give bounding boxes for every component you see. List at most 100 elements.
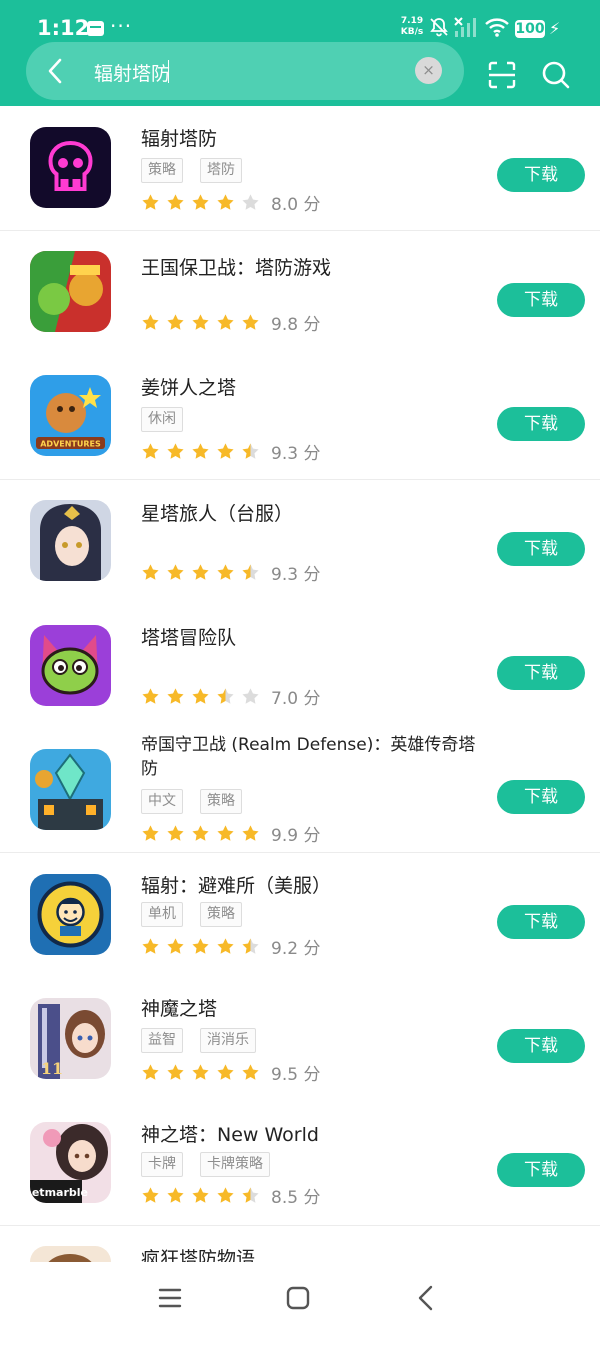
list-item[interactable]: 辐射塔防 策略 塔防 8.0 分 下载 (0, 106, 600, 231)
search-input[interactable]: 辐射塔防 (94, 59, 170, 86)
star-icon (192, 313, 209, 330)
tag: 塔防 (200, 158, 242, 183)
app-name[interactable]: 神之塔：New World (141, 1120, 319, 1147)
tag: 单机 (141, 902, 183, 927)
tag: 卡牌 (141, 1152, 183, 1177)
download-button[interactable]: 下载 (497, 158, 585, 192)
star-rating (141, 563, 266, 582)
star-icon (242, 1063, 259, 1080)
list-item[interactable]: 星塔旅人（台服） 9.3 分 下载 (0, 480, 600, 605)
download-button[interactable]: 下载 (497, 1153, 585, 1187)
tag: 益智 (141, 1028, 183, 1053)
score-text: 9.5 分 (271, 1064, 321, 1085)
list-item[interactable]: 王国保卫战：塔防游戏 9.8 分 下载 (0, 231, 600, 356)
list-item[interactable]: netmarble 神之塔：New World 卡牌 卡牌策略 8.5 分 下载 (0, 1101, 600, 1226)
star-icon (167, 193, 184, 210)
star-icon (217, 824, 234, 841)
rating: 8.0 分 (141, 192, 321, 215)
app-icon-star-tower-traveler[interactable] (30, 500, 111, 581)
search-icon[interactable] (540, 59, 572, 91)
star-rating (141, 937, 266, 956)
tag-list: 益智 消消乐 (141, 1028, 273, 1053)
star-icon (167, 313, 184, 330)
menu-icon[interactable] (158, 1286, 182, 1310)
wifi-icon (485, 18, 509, 37)
app-icon-tower-adventure-team[interactable] (30, 625, 111, 706)
app-name[interactable]: 帝国守卫战 (Realm Defense)：英雄传奇塔防 (141, 733, 481, 781)
star-rating (141, 824, 266, 843)
header-bar: 1:12 ··· 7.19 KB/s 100 ⚡ 辐射塔防 × (0, 0, 600, 106)
tag: 策略 (200, 902, 242, 927)
star-icon (242, 563, 259, 580)
rating: 9.2 分 (141, 936, 320, 959)
star-rating (141, 1063, 266, 1082)
back-nav-icon[interactable] (414, 1285, 438, 1311)
star-icon (192, 687, 209, 704)
svg-text:11: 11 (41, 1059, 63, 1078)
tag: 休闲 (141, 407, 183, 432)
star-icon (242, 824, 259, 841)
app-name[interactable]: 星塔旅人（台服） (141, 499, 293, 526)
tag-list: 中文 策略 (141, 789, 259, 814)
download-button[interactable]: 下载 (497, 532, 585, 566)
download-button[interactable]: 下载 (497, 905, 585, 939)
download-button[interactable]: 下载 (497, 780, 585, 814)
battery-level: 100 (515, 20, 545, 38)
star-icon (142, 1186, 159, 1203)
app-icon-fallout-skull[interactable] (30, 127, 111, 208)
tag-list: 策略 塔防 (141, 158, 259, 183)
download-button[interactable]: 下载 (497, 407, 585, 441)
star-rating (141, 313, 266, 332)
home-icon[interactable] (286, 1286, 310, 1310)
score-text: 9.8 分 (271, 314, 321, 335)
app-name[interactable]: 辐射：避难所（美服） (141, 871, 331, 898)
tag: 卡牌策略 (200, 1152, 270, 1177)
app-icon-cookie-tower[interactable]: ADVENTURES (30, 375, 111, 456)
download-button[interactable]: 下载 (497, 283, 585, 317)
list-item[interactable]: ADVENTURES 姜饼人之塔 休闲 9.3 分 下载 (0, 355, 600, 480)
app-icon-tower-of-saviors[interactable]: 11 (30, 998, 111, 1079)
app-icon-fallout-shelter[interactable] (30, 874, 111, 955)
star-icon (217, 1063, 234, 1080)
search-box[interactable] (26, 42, 464, 100)
clear-search-button[interactable]: × (415, 57, 442, 84)
list-item[interactable]: 11 神魔之塔 益智 消消乐 9.5 分 下载 (0, 977, 600, 1102)
rating: 9.3 分 (141, 562, 320, 585)
network-speed-value: 7.19 (400, 16, 424, 26)
tag: 中文 (141, 789, 183, 814)
app-icon-realm-defense[interactable] (30, 749, 111, 830)
star-icon (192, 1063, 209, 1080)
app-icon-tower-of-god[interactable]: netmarble (30, 1122, 111, 1203)
star-icon (167, 1186, 184, 1203)
app-name[interactable]: 塔塔冒险队 (141, 623, 236, 650)
download-button[interactable]: 下载 (497, 1029, 585, 1063)
download-button[interactable]: 下载 (497, 656, 585, 690)
app-name[interactable]: 神魔之塔 (141, 994, 217, 1021)
star-icon (217, 1186, 234, 1203)
star-icon (167, 937, 184, 954)
back-arrow-icon[interactable] (40, 55, 72, 87)
app-name[interactable]: 姜饼人之塔 (141, 373, 236, 400)
scan-icon[interactable] (486, 59, 518, 91)
svg-text:ADVENTURES: ADVENTURES (40, 440, 101, 449)
star-icon (192, 193, 209, 210)
star-rating (141, 442, 266, 461)
score-text: 8.0 分 (271, 194, 321, 215)
star-icon (167, 824, 184, 841)
tag: 策略 (141, 158, 183, 183)
tag-list: 单机 策略 (141, 902, 259, 927)
app-icon-kingdom-rush[interactable] (30, 251, 111, 332)
rating: 7.0 分 (141, 686, 320, 709)
app-name[interactable]: 王国保卫战：塔防游戏 (141, 253, 331, 280)
star-rating (141, 1186, 266, 1205)
score-text: 9.9 分 (271, 825, 321, 846)
star-icon (142, 442, 159, 459)
star-icon (142, 563, 159, 580)
star-icon (217, 442, 234, 459)
app-name[interactable]: 辐射塔防 (141, 124, 217, 151)
list-item[interactable]: 辐射：避难所（美服） 单机 策略 9.2 分 下载 (0, 853, 600, 978)
score-text: 8.5 分 (271, 1187, 321, 1208)
list-item[interactable]: 塔塔冒险队 7.0 分 下载 (0, 604, 600, 729)
star-icon (242, 687, 259, 704)
list-item[interactable]: 帝国守卫战 (Realm Defense)：英雄传奇塔防 中文 策略 9.9 分… (0, 728, 600, 853)
